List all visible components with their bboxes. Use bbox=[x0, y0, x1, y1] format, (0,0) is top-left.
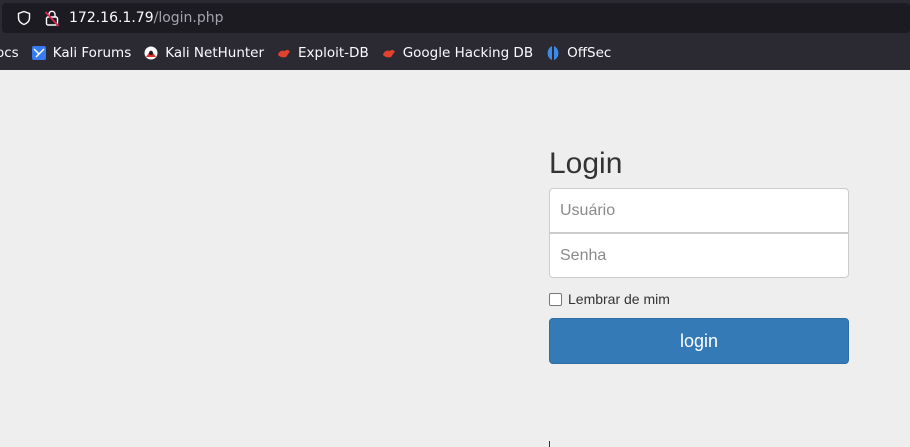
address-bar[interactable]: 172.16.1.79/login.php bbox=[2, 3, 910, 33]
google-hacking-db-icon bbox=[382, 49, 395, 58]
bookmark-kali-nethunter[interactable]: Kali NetHunter bbox=[143, 41, 264, 65]
bookmarks-toolbar: ocs Kali Forums Kali NetHunter Exploit-D… bbox=[0, 36, 910, 70]
kali-forums-icon bbox=[31, 46, 46, 60]
bookmark-label: Exploit-DB bbox=[298, 45, 369, 61]
url-host: 172.16.1.79 bbox=[69, 10, 154, 26]
offsec-icon bbox=[547, 46, 559, 60]
insecure-lock-icon[interactable] bbox=[44, 9, 60, 27]
remember-me[interactable]: Lembrar de mim bbox=[549, 291, 670, 307]
page-content: Login Lembrar de mim login bbox=[0, 70, 910, 447]
url-path: /login.php bbox=[153, 10, 224, 26]
exploit-db-icon bbox=[278, 49, 291, 58]
bookmark-label: ocs bbox=[0, 45, 19, 61]
bookmark-label: Google Hacking DB bbox=[402, 45, 534, 61]
bookmark-exploit-db[interactable]: Exploit-DB bbox=[276, 41, 369, 65]
bookmark-label: OffSec bbox=[567, 45, 612, 61]
bookmark-google-hacking-db[interactable]: Google Hacking DB bbox=[381, 41, 533, 65]
login-title: Login bbox=[549, 147, 623, 180]
url-text[interactable]: 172.16.1.79/login.php bbox=[69, 10, 224, 26]
bookmark-docs[interactable]: ocs bbox=[0, 41, 19, 65]
username-input[interactable] bbox=[549, 188, 849, 233]
bookmark-kali-forums[interactable]: Kali Forums bbox=[31, 41, 132, 65]
bookmark-label: Kali Forums bbox=[52, 45, 132, 61]
password-input[interactable] bbox=[549, 233, 849, 278]
bookmark-offsec[interactable]: OffSec bbox=[545, 41, 611, 65]
remember-me-checkbox[interactable] bbox=[549, 292, 562, 306]
browser-chrome: 172.16.1.79/login.php ocs Kali Forums Ka… bbox=[0, 0, 910, 70]
remember-me-label: Lembrar de mim bbox=[568, 291, 670, 307]
bookmark-label: Kali NetHunter bbox=[165, 45, 265, 61]
kali-nethunter-icon bbox=[144, 46, 158, 60]
login-button[interactable]: login bbox=[549, 318, 849, 364]
text-cursor bbox=[549, 441, 550, 447]
shield-icon[interactable] bbox=[16, 10, 32, 26]
